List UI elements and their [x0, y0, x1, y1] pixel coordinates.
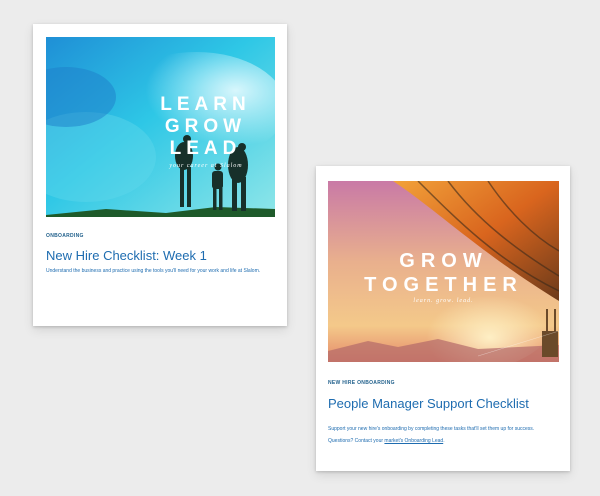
questions-contact-line: Questions? Contact your market's Onboard… — [328, 438, 445, 444]
onboarding-lead-link[interactable]: market's Onboarding Lead — [384, 438, 443, 444]
grow-together-hero-image: GROW TOGETHER learn. grow. lead. — [328, 181, 559, 362]
hero-tagline: your career at Slalom — [169, 163, 243, 169]
hero-headline: GROW TOGETHER — [328, 249, 559, 297]
card-category: NEW HIRE ONBOARDING — [328, 380, 395, 386]
checklist-card-people-manager[interactable]: GROW TOGETHER learn. grow. lead. NEW HIR… — [316, 166, 570, 471]
hero-line: GROW — [164, 116, 247, 137]
card-category: ONBOARDING — [46, 233, 84, 239]
card-description: Support your new hire's onboarding by co… — [328, 426, 535, 432]
hero-line: LEAD — [169, 138, 242, 159]
learn-grow-lead-hero-image: LEARN GROW LEAD your career at Slalom — [46, 37, 275, 217]
questions-prefix: Questions? Contact your — [328, 438, 385, 444]
card-description: Understand the business and practice usi… — [46, 268, 261, 274]
card-title-link[interactable]: New Hire Checklist: Week 1 — [46, 248, 207, 263]
card-title-link[interactable]: People Manager Support Checklist — [328, 396, 529, 411]
questions-suffix: . — [443, 438, 445, 444]
hero-line: TOGETHER — [364, 274, 523, 296]
hero-line: LEARN — [160, 94, 251, 115]
hero-tagline: learn. grow. lead. — [413, 298, 474, 304]
checklist-card-new-hire[interactable]: LEARN GROW LEAD your career at Slalom ON… — [33, 24, 287, 326]
hero-headline: LEARN GROW LEAD — [106, 94, 275, 160]
hero-line: GROW — [399, 250, 488, 272]
